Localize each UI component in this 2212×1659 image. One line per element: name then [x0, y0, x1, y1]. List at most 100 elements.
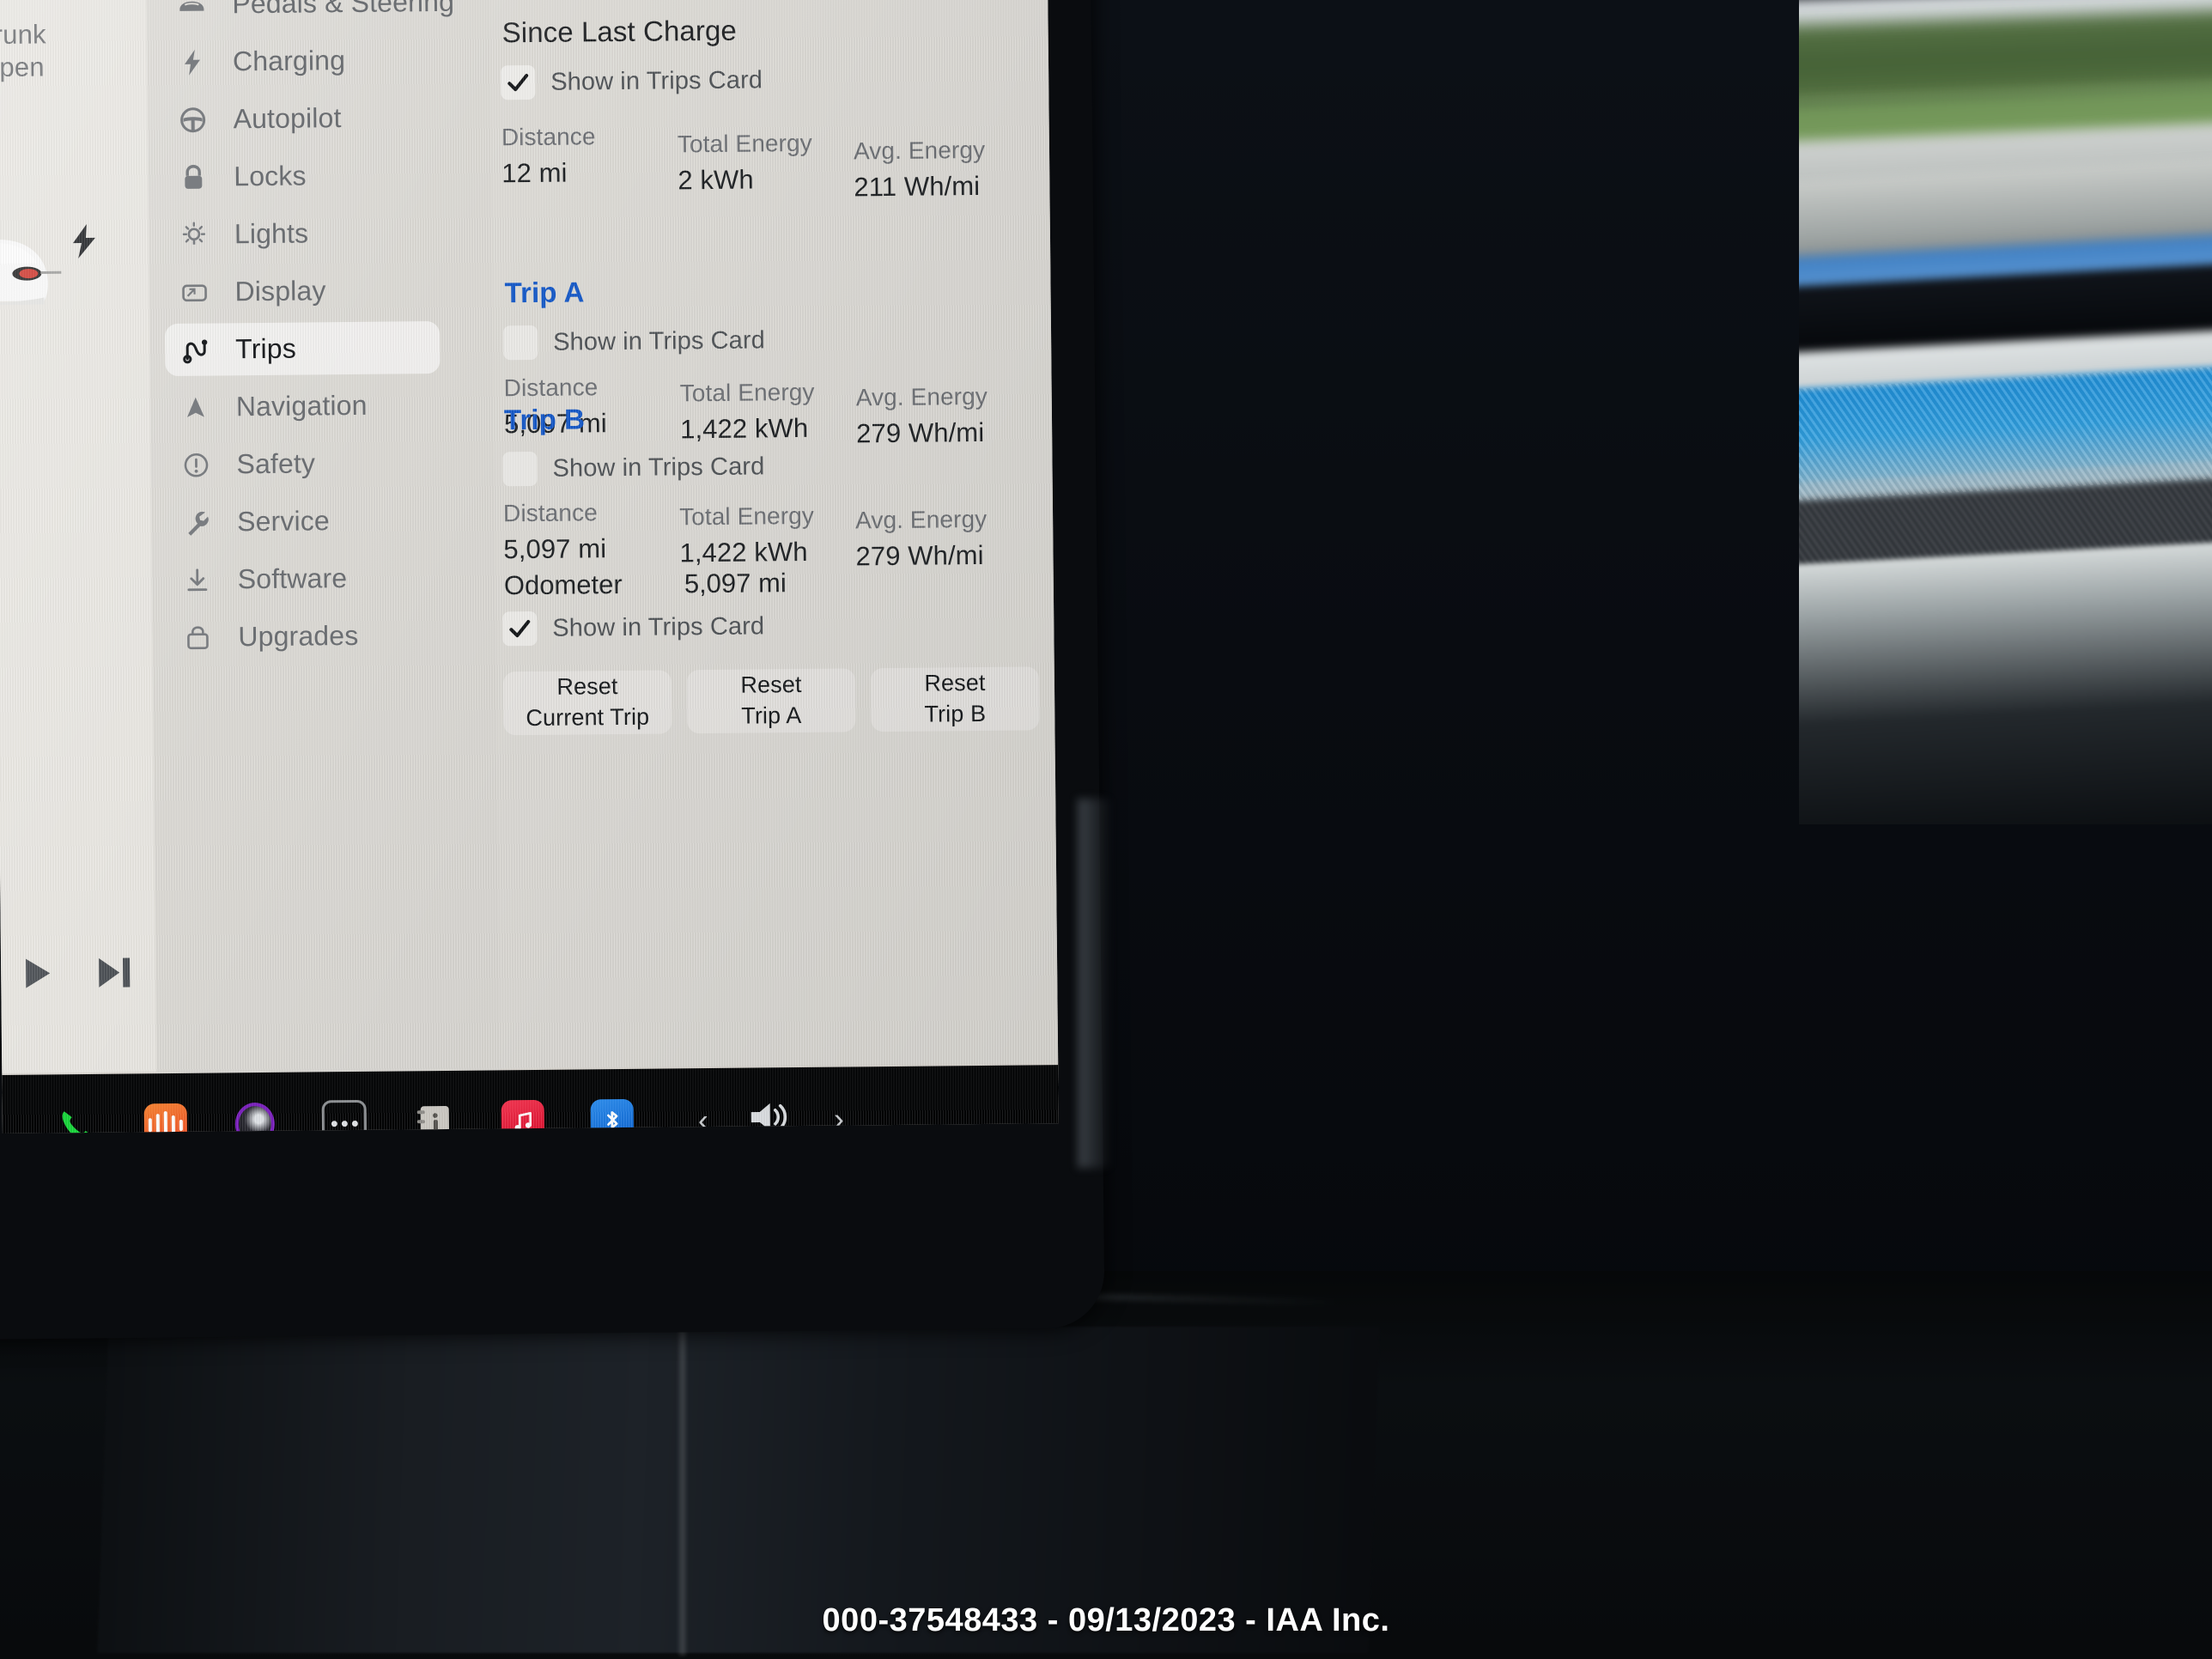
metrics-trip-b: Distance 5,097 mi Total Energy 1,422 kWh…	[503, 495, 1054, 575]
sidebar-item-service[interactable]: Service	[151, 490, 495, 551]
checkbox-checked[interactable]	[502, 611, 538, 647]
metric-label: Total Energy	[678, 501, 815, 531]
checkbox-label: Show in Trips Card	[552, 325, 766, 356]
metric-value: 5,097 mi	[503, 533, 607, 565]
metric-value: 1,422 kWh	[679, 412, 809, 445]
more-options-icon[interactable]	[321, 1099, 368, 1133]
sidebar-item-label: Lights	[234, 217, 309, 250]
lightning-bolt-icon[interactable]	[70, 223, 99, 259]
section-title-trip-a[interactable]: Trip A	[504, 276, 584, 309]
metric-label: Avg. Energy	[853, 136, 986, 165]
metric-label: Distance	[501, 123, 596, 151]
car-status-column: Trunk Open	[0, 0, 157, 1073]
reset-button-line1: Reset	[924, 670, 986, 696]
checkbox-unchecked[interactable]	[502, 325, 538, 361]
metric-value: 211 Wh/mi	[854, 170, 981, 203]
odometer-label: Odometer	[503, 568, 623, 601]
metric-value: 279 Wh/mi	[855, 539, 984, 572]
download-icon	[183, 565, 212, 594]
metric-label: Distance	[503, 374, 599, 402]
checkbox-unchecked[interactable]	[502, 451, 538, 487]
show-in-trips-card-checkbox-trip-b[interactable]: Show in Trips Card	[502, 449, 764, 487]
car-window-view	[1799, 0, 2212, 824]
reset-trip-a-button[interactable]: Reset Trip A	[686, 668, 856, 734]
metric-label: Distance	[502, 499, 598, 527]
contacts-icon[interactable]	[411, 1100, 456, 1133]
sidebar-item-label: Navigation	[235, 389, 368, 422]
camera-lens-icon[interactable]	[233, 1102, 277, 1133]
sidebar-item-label: Charging	[232, 45, 346, 77]
sidebar-item-locks[interactable]: Locks	[148, 145, 492, 206]
sidebar-item-navigation[interactable]: Navigation	[150, 375, 495, 436]
sidebar-item-label: Locks	[234, 160, 307, 192]
reset-button-line2: Trip B	[924, 700, 987, 727]
checkbox-checked[interactable]	[501, 64, 536, 100]
tesla-car-rear-icon[interactable]	[0, 175, 81, 336]
taskbar-app-icons	[54, 1098, 635, 1133]
settings-menu-list: Pedals & Steering Charging Autopilot Loc…	[145, 0, 501, 1076]
sidebar-item-display[interactable]: Display	[149, 260, 493, 321]
navigation-arrow-icon	[181, 392, 210, 422]
music-icon[interactable]	[501, 1099, 545, 1133]
sidebar-item-label: Trips	[235, 332, 297, 365]
metric-distance: Distance 12 mi	[501, 122, 678, 206]
sun-light-icon	[179, 220, 209, 249]
section-title-trip-b[interactable]: Trip B	[504, 403, 585, 436]
sidebar-item-label: Software	[237, 562, 348, 595]
reset-button-line2: Current Trip	[526, 703, 650, 732]
lock-icon	[179, 162, 208, 191]
metric-value: 1,422 kWh	[679, 536, 808, 568]
lightning-bolt-icon	[178, 47, 207, 76]
next-track-icon[interactable]	[97, 956, 131, 988]
reset-trip-b-button[interactable]: Reset Trip B	[870, 666, 1040, 732]
trunk-status-line2: Open	[0, 52, 45, 82]
sidebar-item-upgrades[interactable]: Upgrades	[152, 605, 496, 666]
reset-button-line1: Reset	[556, 673, 618, 701]
odometer-value: 5,097 mi	[684, 568, 787, 599]
sidebar-item-safety[interactable]: Safety	[150, 433, 495, 494]
metric-label: Avg. Energy	[855, 382, 988, 411]
metric-avg-energy: Avg. Energy 279 Wh/mi	[855, 369, 1054, 449]
metric-total-energy: Total Energy 1,422 kWh	[679, 496, 856, 574]
reset-button-line1: Reset	[740, 672, 802, 699]
metric-distance: Distance 5,097 mi	[503, 498, 680, 575]
show-in-trips-card-checkbox-since-last-charge[interactable]: Show in Trips Card	[501, 63, 763, 100]
sidebar-item-charging[interactable]: Charging	[147, 30, 491, 91]
trips-settings-panel: Wh/mi Since Last Charge Show in Trips Ca…	[489, 0, 1059, 1069]
bezel-edge-highlight	[1078, 799, 1112, 1168]
metric-avg-energy: Avg. Energy 211 Wh/mi	[854, 118, 1052, 203]
trips-route-icon	[180, 335, 210, 364]
sidebar-item-pedals-steering[interactable]: Pedals & Steering	[146, 0, 490, 33]
wrench-icon	[182, 507, 211, 537]
media-controls	[23, 956, 131, 989]
sidebar-item-label: Safety	[236, 447, 316, 480]
voice-waveform-icon[interactable]	[143, 1103, 188, 1133]
sidebar-item-autopilot[interactable]: Autopilot	[147, 88, 491, 149]
show-in-trips-card-checkbox-odometer[interactable]: Show in Trips Card	[502, 609, 764, 647]
metric-total-energy: Total Energy 1,422 kWh	[679, 371, 856, 451]
alert-circle-icon	[181, 450, 210, 479]
metric-avg-energy: Avg. Energy 279 Wh/mi	[855, 495, 1054, 572]
sidebar-item-label: Display	[234, 275, 326, 307]
tesla-touchscreen: Trunk Open Pedals & Steering Charging Au…	[0, 0, 1059, 1133]
display-screen-icon	[179, 277, 209, 307]
reset-current-trip-button[interactable]: Reset Current Trip	[502, 670, 672, 736]
metrics-since-last-charge: Distance 12 mi Total Energy 2 kWh Avg. E…	[501, 118, 1052, 206]
phone-icon[interactable]	[54, 1103, 99, 1133]
sidebar-item-label: Pedals & Steering	[232, 0, 455, 20]
bottom-taskbar: ‹ ›	[2, 1065, 1059, 1133]
sidebar-item-software[interactable]: Software	[151, 548, 495, 609]
auction-watermark: 000-37548433 - 09/13/2023 - IAA Inc.	[822, 1602, 1390, 1638]
sidebar-item-lights[interactable]: Lights	[149, 203, 493, 264]
metric-label: Avg. Energy	[855, 505, 988, 534]
metric-value: 12 mi	[501, 157, 568, 189]
sidebar-item-label: Service	[236, 505, 331, 538]
odometer-row: Odometer 5,097 mi	[504, 568, 787, 601]
show-in-trips-card-checkbox-trip-a[interactable]: Show in Trips Card	[502, 323, 766, 361]
shopping-bag-icon	[183, 623, 212, 652]
trunk-status-line1: Trunk	[0, 19, 46, 51]
checkbox-label: Show in Trips Card	[550, 65, 763, 96]
sidebar-item-trips[interactable]: Trips	[149, 318, 494, 379]
play-icon[interactable]	[23, 957, 52, 989]
metric-total-energy: Total Energy 2 kWh	[678, 120, 854, 204]
